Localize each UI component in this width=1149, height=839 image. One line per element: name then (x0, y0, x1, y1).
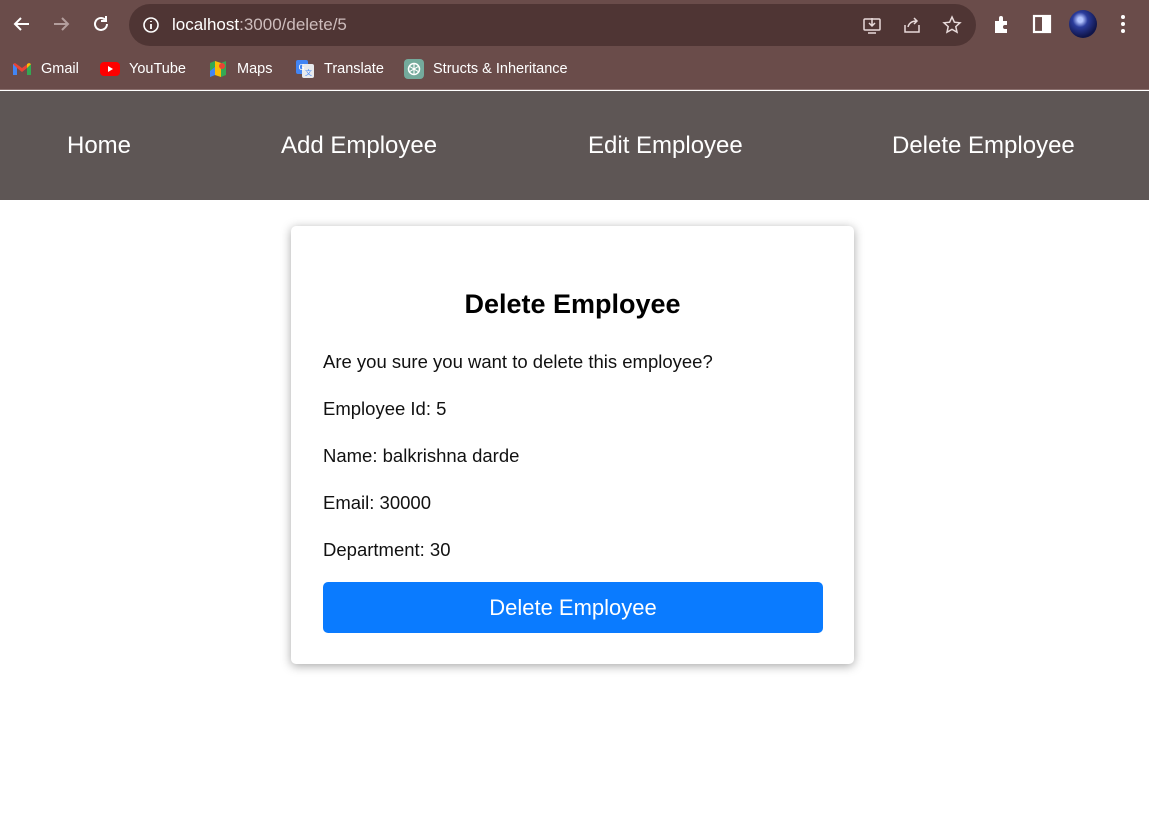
browser-toolbar: localhost:3000/delete/5 (0, 0, 1149, 48)
gmail-icon (12, 59, 32, 79)
employee-department-text: Department: 30 (323, 539, 451, 560)
bookmark-label: Maps (237, 61, 273, 77)
employee-email-text: Email: 30000 (323, 492, 431, 513)
delete-employee-button[interactable]: Delete Employee (323, 582, 823, 633)
bookmark-maps[interactable]: Maps (208, 58, 272, 80)
bookmark-label: Gmail (41, 61, 79, 77)
url-host: localhost (172, 15, 240, 34)
kebab-menu-icon[interactable] (1112, 13, 1134, 35)
profile-avatar[interactable] (1069, 10, 1097, 38)
delete-employee-card: Delete Employee Are you sure you want to… (291, 226, 854, 664)
install-app-icon[interactable] (862, 15, 882, 35)
share-icon[interactable] (902, 15, 922, 35)
reload-icon (94, 16, 108, 31)
site-info-icon[interactable] (141, 15, 161, 35)
extensions-puzzle-icon[interactable] (991, 13, 1013, 35)
employee-id-text: Employee Id: 5 (323, 398, 447, 419)
bookmark-star-icon[interactable] (942, 15, 962, 35)
reload-button[interactable] (86, 9, 116, 39)
nav-add-employee-link[interactable]: Add Employee (281, 131, 437, 161)
youtube-icon (100, 59, 120, 79)
forward-arrow-icon (54, 17, 70, 31)
side-panel-icon[interactable] (1031, 13, 1053, 35)
back-arrow-icon (13, 17, 29, 31)
bookmarks-bar: Gmail YouTube Maps G文 Translate Structs … (0, 48, 1149, 90)
site-navbar: Home Add Employee Edit Employee Delete E… (0, 91, 1149, 200)
maps-icon (208, 59, 228, 79)
bookmark-youtube[interactable]: YouTube (100, 58, 186, 80)
employee-name-text: Name: balkrishna darde (323, 445, 520, 466)
bookmark-label: Translate (324, 61, 384, 77)
bookmark-translate[interactable]: G文 Translate (295, 58, 384, 80)
bookmark-label: YouTube (129, 61, 186, 77)
confirm-question: Are you sure you want to delete this emp… (323, 351, 713, 372)
translate-icon: G文 (295, 59, 315, 79)
svg-text:G: G (299, 63, 305, 72)
bookmark-label: Structs & Inheritance (433, 61, 568, 77)
url-text[interactable]: localhost:3000/delete/5 (172, 15, 347, 35)
svg-text:文: 文 (305, 68, 312, 77)
nav-home-link[interactable]: Home (67, 131, 131, 161)
chatgpt-icon (404, 59, 424, 79)
address-bar[interactable]: localhost:3000/delete/5 (129, 4, 976, 46)
forward-button[interactable] (46, 9, 76, 39)
nav-delete-employee-link[interactable]: Delete Employee (892, 131, 1075, 161)
back-button[interactable] (7, 9, 37, 39)
url-path: :3000/delete/5 (239, 15, 347, 34)
nav-edit-employee-link[interactable]: Edit Employee (588, 131, 743, 161)
card-title: Delete Employee (464, 289, 681, 319)
bookmark-gmail[interactable]: Gmail (12, 58, 79, 80)
bookmark-structs-inheritance[interactable]: Structs & Inheritance (404, 58, 568, 80)
